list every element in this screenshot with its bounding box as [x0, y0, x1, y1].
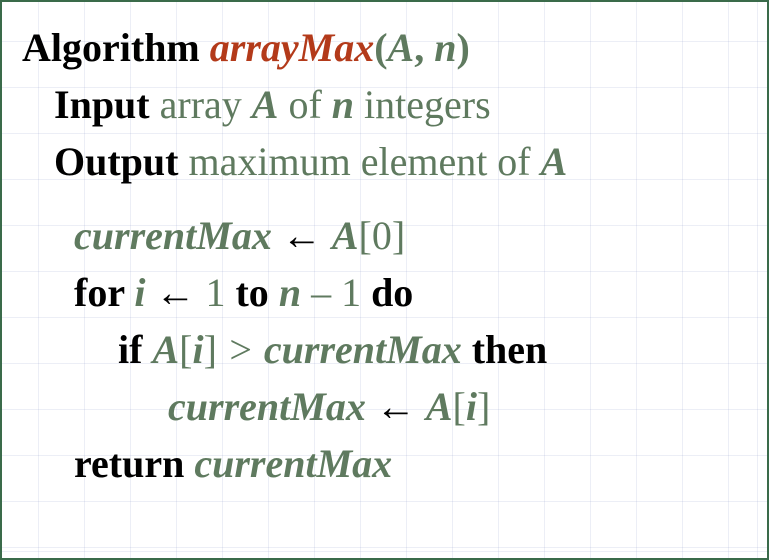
- paren-close: ): [456, 25, 469, 70]
- var-currentmax: currentMax: [168, 384, 366, 429]
- var-currentmax: currentMax: [74, 213, 272, 258]
- blank-gap: [22, 190, 747, 208]
- keyword-output: Output: [54, 139, 179, 184]
- algorithm-header-line: Algorithm arrayMax(A, n): [22, 20, 747, 77]
- bracket-close: ]: [477, 384, 490, 429]
- input-n: n: [332, 82, 354, 127]
- paren-open: (: [374, 25, 387, 70]
- array-A: A: [332, 213, 359, 258]
- param-a: A: [388, 25, 415, 70]
- keyword-then: then: [462, 327, 548, 372]
- return-line: return currentMax: [22, 436, 747, 493]
- minus: –: [301, 270, 341, 315]
- index-zero: 0: [372, 213, 392, 258]
- gt-op: >: [217, 327, 264, 372]
- keyword-algorithm: Algorithm: [22, 25, 200, 70]
- pseudocode-box: Algorithm arrayMax(A, n) Input array A o…: [0, 0, 769, 560]
- for-line: for i ← 1 to n – 1 do: [22, 265, 747, 322]
- var-currentmax: currentMax: [194, 441, 392, 486]
- output-line: Output maximum element of A: [22, 134, 747, 191]
- algorithm-name: arrayMax: [210, 25, 374, 70]
- if-line: if A[i] > currentMax then: [22, 322, 747, 379]
- output-text-1: maximum element of: [179, 139, 541, 184]
- bracket-close: ]: [392, 213, 405, 258]
- assign-arrow: ←: [272, 213, 332, 258]
- bracket-close: ]: [204, 327, 217, 372]
- var-i: i: [134, 270, 145, 315]
- input-text-1: array: [150, 82, 252, 127]
- assign-arrow: ←: [145, 270, 205, 315]
- var-currentmax: currentMax: [264, 327, 462, 372]
- keyword-if: if: [118, 327, 152, 372]
- index-i: i: [192, 327, 203, 372]
- assign-line: currentMax ← A[i]: [22, 379, 747, 436]
- bracket-open: [: [453, 384, 466, 429]
- keyword-to: to: [225, 270, 278, 315]
- index-i: i: [466, 384, 477, 429]
- one: 1: [205, 270, 225, 315]
- input-text-2: of: [278, 82, 331, 127]
- array-A: A: [152, 327, 179, 372]
- bracket-open: [: [179, 327, 192, 372]
- one-2: 1: [341, 270, 361, 315]
- var-n: n: [279, 270, 301, 315]
- keyword-return: return: [74, 441, 194, 486]
- input-text-3: integers: [354, 82, 491, 127]
- array-A: A: [426, 384, 453, 429]
- input-line: Input array A of n integers: [22, 77, 747, 134]
- input-A: A: [252, 82, 279, 127]
- comma: ,: [414, 25, 434, 70]
- keyword-input: Input: [54, 82, 150, 127]
- param-n: n: [434, 25, 456, 70]
- assign-arrow: ←: [366, 384, 426, 429]
- keyword-for: for: [74, 270, 134, 315]
- init-line: currentMax ← A[0]: [22, 208, 747, 265]
- keyword-do: do: [361, 270, 413, 315]
- output-A: A: [541, 139, 568, 184]
- bracket-open: [: [359, 213, 372, 258]
